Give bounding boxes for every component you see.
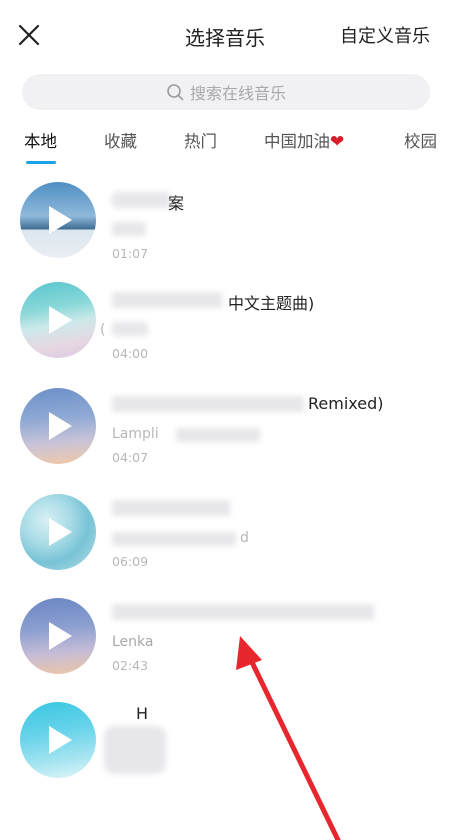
song-duration: 04:00 xyxy=(112,346,149,361)
blurred-text xyxy=(112,532,236,546)
song-cover[interactable] xyxy=(20,598,96,674)
blurred-text xyxy=(112,396,304,412)
list-item[interactable]: Remixed) Lampli 04:07 xyxy=(0,378,450,478)
blurred-text xyxy=(176,428,260,442)
song-duration: 02:43 xyxy=(112,658,149,673)
blurred-text xyxy=(112,222,146,236)
search-input[interactable]: 搜索在线音乐 xyxy=(22,74,430,110)
tab-campus[interactable]: 校园 xyxy=(404,128,437,152)
category-tabs: 本地 收藏 热门 中国加油❤ 校园 xyxy=(0,124,450,168)
active-tab-indicator xyxy=(26,161,56,164)
heart-icon: ❤ xyxy=(330,132,345,152)
list-item[interactable]: 案 01:07 xyxy=(0,178,450,278)
blurred-text xyxy=(104,726,166,774)
play-icon xyxy=(49,518,72,546)
list-item[interactable]: 中文主题曲) ( 04:00 xyxy=(0,278,450,378)
song-duration: 04:07 xyxy=(112,450,149,465)
play-icon xyxy=(49,412,72,440)
song-cover[interactable] xyxy=(20,702,96,778)
top-bar: 选择音乐 自定义音乐 xyxy=(0,0,450,68)
blurred-text xyxy=(112,322,148,336)
song-cover[interactable] xyxy=(20,388,96,464)
blurred-text xyxy=(112,500,230,516)
blurred-text xyxy=(112,192,170,208)
play-icon xyxy=(49,622,72,650)
song-cover[interactable] xyxy=(20,282,96,358)
tab-china-jiayou-label: 中国加油 xyxy=(264,132,330,151)
song-artist: Lenka xyxy=(112,634,154,650)
tab-popular[interactable]: 热门 xyxy=(184,128,217,152)
song-artist: ( xyxy=(100,322,106,338)
search-icon xyxy=(167,84,184,101)
song-title: 中文主题曲) xyxy=(228,294,315,313)
play-icon xyxy=(49,306,72,334)
song-duration: 01:07 xyxy=(112,246,149,261)
song-artist: d xyxy=(240,530,249,546)
song-artist: Lampli xyxy=(112,426,159,442)
song-title: H xyxy=(136,704,149,723)
custom-music-button[interactable]: 自定义音乐 xyxy=(340,22,430,48)
song-cover[interactable] xyxy=(20,494,96,570)
play-icon xyxy=(49,206,72,234)
list-item[interactable]: H xyxy=(0,692,450,792)
song-title: 案 xyxy=(168,194,185,213)
play-icon xyxy=(49,726,72,754)
tab-favorites[interactable]: 收藏 xyxy=(104,128,137,152)
blurred-text xyxy=(112,604,374,620)
song-title: Remixed) xyxy=(308,394,384,413)
tab-local[interactable]: 本地 xyxy=(24,128,57,152)
tab-china-jiayou[interactable]: 中国加油❤ xyxy=(264,128,344,152)
close-icon[interactable] xyxy=(14,20,44,50)
blurred-text xyxy=(112,292,222,308)
list-item[interactable]: Lenka 02:43 xyxy=(0,590,450,690)
list-item[interactable]: d 06:09 xyxy=(0,478,450,578)
search-placeholder: 搜索在线音乐 xyxy=(189,84,286,103)
song-cover[interactable] xyxy=(20,182,96,258)
song-duration: 06:09 xyxy=(112,554,149,569)
